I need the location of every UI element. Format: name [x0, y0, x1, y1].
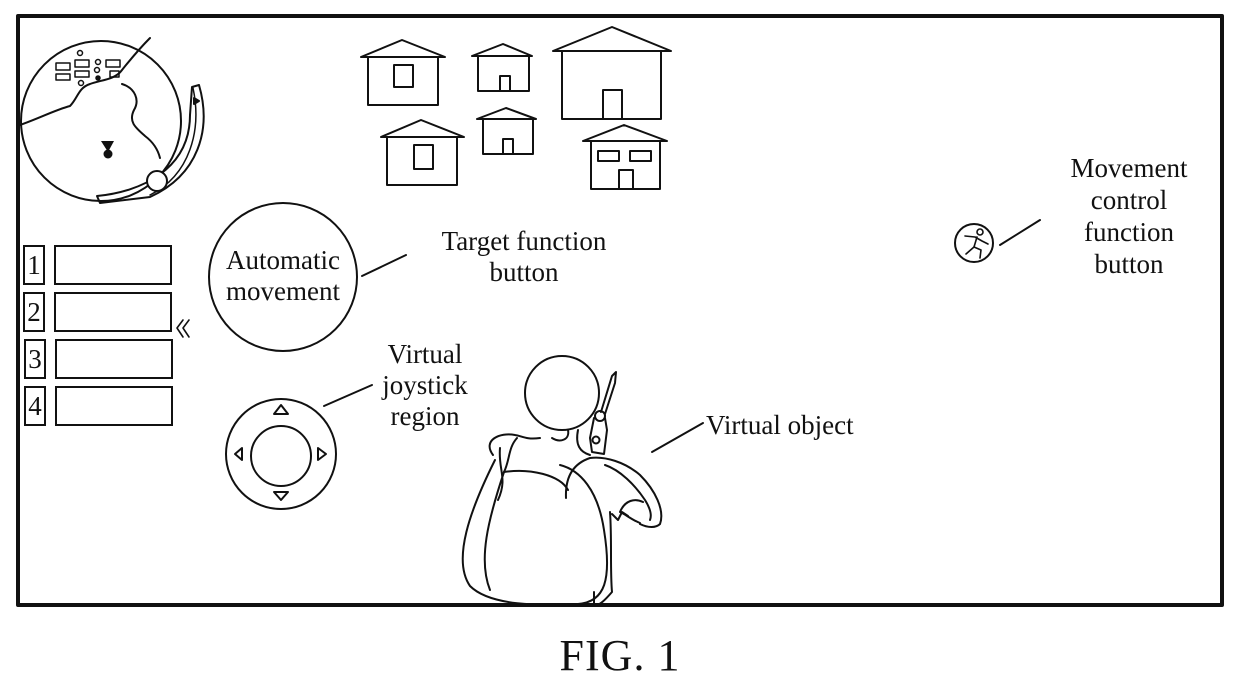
movement-control-button[interactable] — [954, 223, 994, 263]
character-gun-sight — [594, 410, 606, 422]
joystick-left-icon — [234, 447, 243, 461]
annotation-line: Target function — [441, 226, 607, 256]
automatic-movement-button[interactable]: Automatic movement — [209, 245, 357, 307]
virtual-object-character[interactable] — [461, 355, 663, 606]
annotation-virtual-object: Virtual object — [706, 410, 892, 441]
annotation-virtual-joystick-region: Virtual joystick region — [370, 339, 480, 432]
skill-slot-number: 2 — [23, 292, 45, 332]
zoom-minus-icon[interactable] — [100, 199, 113, 204]
leader-line-movement-control — [999, 219, 1041, 246]
leader-line-joystick — [323, 384, 373, 407]
character-gun-body — [589, 417, 608, 455]
annotation-movement-control-function-button: Movement control function button — [1050, 152, 1208, 280]
joystick-right-icon — [317, 447, 327, 461]
annotation-target-function-button: Target function button — [410, 226, 638, 288]
zoom-plus-icon[interactable] — [193, 97, 200, 105]
skill-slot-box[interactable] — [55, 339, 173, 379]
annotation-line: Movement — [1070, 153, 1188, 183]
annotation-line: joystick — [382, 370, 468, 400]
annotation-line: function — [1084, 217, 1174, 247]
automatic-movement-label-line2: movement — [226, 276, 340, 306]
minimap-buildings — [55, 49, 121, 87]
collapse-skills-icon[interactable] — [176, 319, 190, 338]
skill-slot-box[interactable] — [54, 245, 172, 285]
house — [582, 124, 668, 190]
character-hand — [619, 499, 644, 524]
leader-line-target-function — [361, 254, 407, 277]
annotation-line: Virtual — [387, 339, 463, 369]
annotation-line: button — [489, 257, 559, 287]
annotation-line: region — [390, 401, 460, 431]
character-arm-inner — [604, 464, 652, 521]
player-marker-icon — [101, 141, 114, 159]
character-gun-detail — [591, 435, 601, 445]
character-head — [524, 355, 600, 431]
character-gun-barrel — [600, 371, 617, 415]
minimap-path — [19, 37, 151, 126]
houses — [360, 26, 672, 190]
backpack-strap — [483, 437, 518, 591]
house — [380, 119, 465, 186]
house — [360, 39, 446, 106]
annotation-line: Virtual object — [706, 410, 854, 440]
skill-slot-box[interactable] — [55, 386, 173, 426]
minimap-path — [121, 83, 161, 159]
skill-slot-number: 1 — [23, 245, 45, 285]
house — [552, 26, 672, 120]
annotation-line: control — [1090, 185, 1168, 215]
figure-caption: FIG. 1 — [559, 631, 681, 680]
house — [471, 43, 533, 92]
game-screen-drawing — [16, 14, 1224, 607]
zoom-slider-knob[interactable] — [146, 170, 168, 192]
annotation-line: button — [1094, 249, 1164, 279]
minimap[interactable] — [19, 37, 205, 204]
joystick-down-icon — [273, 491, 289, 501]
skill-slot-number: 3 — [24, 339, 46, 379]
skill-slot-box[interactable] — [54, 292, 172, 332]
patent-figure: 1 2 3 4 Automatic movement Target functi… — [0, 0, 1240, 694]
skill-slot-number: 4 — [24, 386, 46, 426]
leader-line-virtual-object — [651, 422, 704, 453]
joystick-thumb[interactable] — [250, 425, 312, 487]
joystick-up-icon — [273, 404, 289, 415]
character-neck — [551, 429, 591, 456]
backpack-top — [503, 469, 569, 491]
running-man-icon — [964, 228, 989, 259]
virtual-joystick[interactable] — [225, 398, 337, 510]
automatic-movement-label-line1: Automatic — [226, 245, 340, 275]
house — [476, 107, 537, 155]
